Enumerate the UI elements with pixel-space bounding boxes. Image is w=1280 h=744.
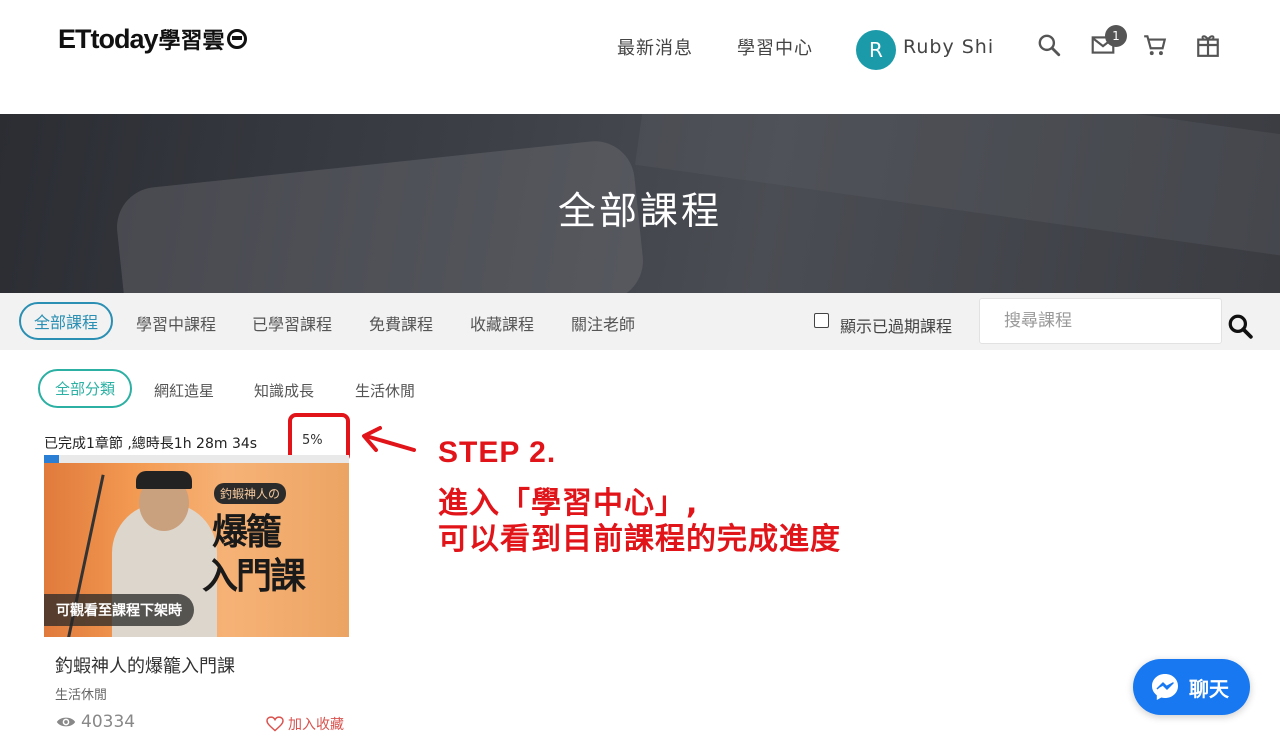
tab-followed-teachers[interactable]: 關注老師 (571, 311, 635, 335)
eye-icon (56, 717, 76, 727)
tab-learned-courses[interactable]: 已學習課程 (252, 311, 332, 335)
step-instruction-line2: 可以看到目前課程的完成進度 (438, 522, 841, 557)
mail-badge: 1 (1105, 25, 1127, 47)
graduation-cap-icon (226, 29, 247, 49)
tab-learning-courses[interactable]: 學習中課程 (136, 311, 216, 335)
search-input[interactable] (980, 299, 1221, 343)
username[interactable]: Ruby Shi (903, 36, 994, 58)
heart-icon (266, 716, 284, 732)
availability-label: 可觀看至課程下架時 (44, 594, 194, 626)
category-all[interactable]: 全部分類 (38, 369, 132, 408)
category-influencer[interactable]: 網紅造星 (154, 380, 214, 401)
course-progress-text: 已完成1章節 ,總時長1h 28m 34s (44, 436, 258, 452)
tab-all-courses[interactable]: 全部課程 (19, 302, 113, 340)
step-title: STEP 2. (438, 436, 557, 469)
avatar[interactable]: R (856, 30, 896, 70)
view-count: 40334 (81, 712, 136, 732)
progress-fill (44, 455, 60, 463)
course-search-field[interactable] (979, 298, 1222, 344)
messenger-chat-button[interactable]: 聊天 (1133, 659, 1250, 715)
nav-latest-news[interactable]: 最新消息 (617, 34, 693, 60)
gift-icon[interactable] (1195, 32, 1221, 58)
nav-learning-center[interactable]: 學習中心 (737, 34, 813, 60)
show-expired-label: 顯示已過期課程 (840, 317, 953, 336)
category-leisure[interactable]: 生活休閒 (355, 380, 415, 401)
tab-free-courses[interactable]: 免費課程 (369, 311, 433, 335)
messenger-icon (1152, 674, 1178, 700)
thumb-title-line2: 入門課 (202, 556, 306, 597)
site-logo[interactable]: ETtoday 學習雲 (58, 22, 247, 56)
course-category: 生活休閒 (55, 688, 108, 703)
show-expired-checkbox[interactable] (814, 313, 829, 328)
course-progress-bar (44, 455, 349, 463)
tab-favorite-courses[interactable]: 收藏課程 (470, 311, 534, 335)
logo-subtext: 學習雲 (158, 29, 225, 54)
course-title[interactable]: 釣蝦神人的爆籠入門課 (55, 652, 235, 678)
add-favorite-label: 加入收藏 (288, 717, 344, 733)
logo-text: ETtoday (58, 23, 159, 54)
search-icon[interactable] (1036, 32, 1062, 58)
category-knowledge[interactable]: 知識成長 (254, 380, 314, 401)
arrow-icon (362, 426, 416, 452)
add-favorite-button[interactable]: 加入收藏 (266, 714, 344, 734)
course-thumbnail[interactable]: 釣蝦神人の 爆籠 入門課 可觀看至課程下架時 (44, 463, 349, 637)
instructor-hat (136, 471, 192, 489)
hero-banner: 全部課程 (0, 114, 1280, 293)
course-tabs-bar: 全部課程 學習中課程 已學習課程 免費課程 收藏課程 關注老師 顯示已過期課程 (0, 293, 1280, 350)
thumb-tag: 釣蝦神人の (214, 483, 287, 504)
cart-icon[interactable] (1142, 32, 1168, 58)
search-icon[interactable] (1227, 313, 1253, 339)
header: ETtoday 學習雲 最新消息 學習中心 R Ruby Shi 1 (0, 0, 1280, 114)
page-title: 全部課程 (557, 189, 722, 233)
chat-label: 聊天 (1189, 676, 1229, 701)
